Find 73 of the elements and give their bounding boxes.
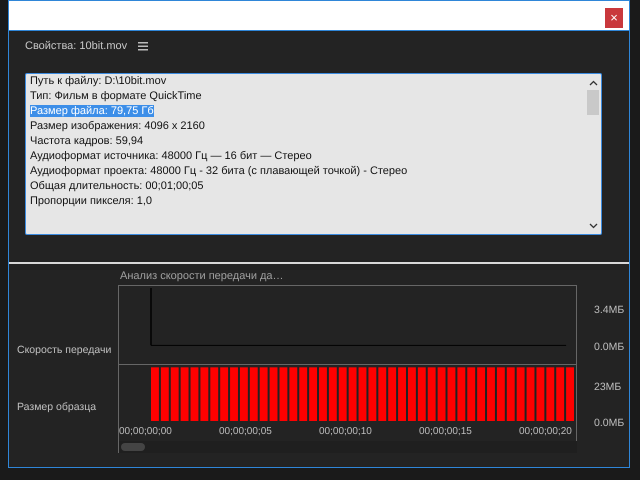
chart-bar — [358, 367, 366, 421]
chart-bar — [270, 367, 278, 421]
time-tick-label: 00;00;00;05 — [219, 426, 273, 436]
chart-bar — [160, 367, 169, 421]
scroll-up-icon[interactable] — [588, 80, 598, 86]
property-line: Аудиоформат источника: 48000 Гц — 16 бит — Стерео — [30, 150, 312, 162]
chart-bar — [180, 367, 189, 421]
chart-bar — [516, 367, 525, 421]
chart-bar — [477, 367, 486, 421]
chart-bar — [260, 367, 268, 421]
property-line: Аудиоформат проекта: 48000 Гц - 32 бита (с плавающей точкой) - Стерео — [30, 165, 408, 177]
chart-bar — [210, 367, 218, 421]
time-tick-label: 00;00;00;10 — [319, 426, 373, 436]
chart-label: Размер образца — [17, 400, 98, 415]
chart-bar — [448, 367, 456, 421]
chart-bar — [487, 367, 495, 421]
chart-bar — [398, 367, 406, 421]
chart-bar — [289, 367, 298, 421]
chart-bar — [280, 367, 288, 421]
playhead-line — [150, 288, 152, 346]
chart-bar — [338, 367, 347, 421]
time-tick-label: 00;00;00;20 — [519, 426, 572, 436]
chart-bar — [230, 367, 238, 421]
chart-bar — [170, 367, 179, 421]
menu-icon[interactable] — [138, 42, 148, 50]
chart-bar — [309, 367, 318, 421]
chart-bar — [467, 367, 476, 421]
chart-bar — [408, 367, 416, 421]
time-tick-label: 00;00;00;00 — [119, 426, 173, 436]
chart-bar — [428, 367, 436, 421]
chart-bar — [536, 367, 544, 421]
chart-bar — [368, 367, 376, 421]
property-line: Пропорции пикселя: 1,0 — [30, 195, 152, 207]
scroll-thumb[interactable] — [121, 443, 145, 451]
chart-bar — [250, 367, 258, 421]
chart-bar — [388, 367, 396, 421]
chart-label: Скорость передачи — [17, 343, 112, 358]
properties-text-box[interactable] — [25, 73, 602, 235]
chart-bar — [457, 367, 466, 421]
chart-bar — [438, 367, 446, 421]
analysis-title: Анализ скорости передачи да… — [120, 270, 285, 284]
chart-bar — [526, 367, 534, 421]
chart-bar — [506, 367, 515, 421]
chart-bar — [496, 367, 505, 421]
chart-bar — [566, 367, 574, 421]
property-line: Путь к файлу: D:\10bit.mov — [30, 75, 166, 87]
scroll-down-icon[interactable] — [588, 223, 598, 229]
chart-bar — [200, 367, 208, 421]
chart-bar — [220, 367, 228, 421]
property-line: Общая длительность: 00;01;00;05 — [30, 180, 204, 192]
chart-bar — [556, 367, 564, 421]
chart-bar — [328, 367, 337, 421]
chart-bar — [418, 367, 426, 421]
axis-tick-label: 0.0МБ — [594, 417, 624, 429]
chart-bar — [546, 367, 554, 421]
chart-bar — [151, 367, 159, 421]
chart-bar — [299, 367, 308, 421]
chart-bar — [348, 367, 357, 421]
chart-bar — [378, 367, 386, 421]
property-line: Частота кадров: 59,94 — [30, 135, 144, 147]
axis-tick-label: 23МБ — [594, 381, 622, 394]
scroll-thumb[interactable] — [587, 90, 599, 115]
property-line: Размер изображения: 4096 x 2160 — [30, 120, 205, 132]
axis-tick-label: 3.4МБ — [594, 304, 624, 316]
axis-tick-label: 0.0МБ — [594, 341, 624, 354]
chart-bar — [240, 367, 248, 421]
chart-bar — [319, 367, 327, 421]
panel-title: Свойства: 10bit.mov — [25, 40, 128, 52]
horizontal-scroll-bar[interactable] — [118, 441, 577, 453]
close-button[interactable]: × — [605, 8, 623, 28]
time-tick-label: 00;00;00;15 — [419, 426, 473, 436]
property-line: Тип: Фильм в формате QuickTime — [30, 90, 202, 102]
chart-bar — [190, 367, 198, 421]
